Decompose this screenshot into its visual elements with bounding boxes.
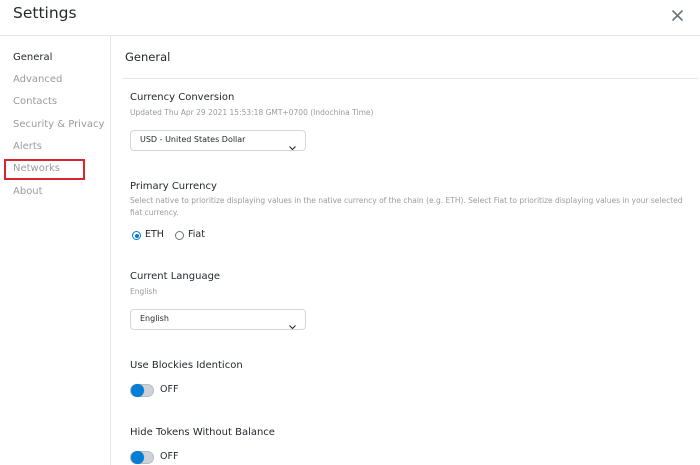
sidebar-item-contacts[interactable]: Contacts (13, 96, 57, 107)
page-title: Settings (13, 4, 77, 22)
sidebar-item-about[interactable]: About (13, 186, 43, 197)
currency-select-value: USD - United States Dollar (140, 135, 246, 144)
current-language-description: English (130, 287, 158, 296)
hide-tokens-title: Hide Tokens Without Balance (130, 427, 275, 438)
currency-conversion-title: Currency Conversion (130, 92, 235, 103)
chevron-down-icon (288, 137, 297, 151)
fiat-radio-label[interactable]: Fiat (188, 229, 205, 240)
language-select[interactable]: English (130, 309, 306, 330)
sidebar-item-general[interactable]: General (13, 52, 52, 63)
section-divider (123, 78, 698, 79)
fiat-radio[interactable] (175, 231, 184, 240)
section-title: General (125, 50, 171, 64)
settings-window: Settings General Advanced Contacts Secur… (0, 0, 700, 465)
currency-select[interactable]: USD - United States Dollar (130, 130, 306, 151)
current-language-title: Current Language (130, 271, 221, 282)
primary-currency-description: Select native to prioritize displaying v… (130, 196, 683, 217)
sidebar-item-alerts[interactable]: Alerts (13, 141, 42, 152)
settings-header: Settings (0, 0, 700, 36)
blockies-identicon-toggle[interactable] (130, 384, 154, 397)
hide-tokens-toggle[interactable] (130, 451, 154, 464)
settings-sidebar: General Advanced Contacts Security & Pri… (0, 36, 111, 465)
hide-tokens-state: OFF (160, 451, 179, 462)
blockies-identicon-title: Use Blockies Identicon (130, 360, 243, 371)
eth-radio[interactable] (132, 231, 141, 240)
sidebar-item-advanced[interactable]: Advanced (13, 74, 62, 85)
blockies-identicon-state: OFF (160, 384, 179, 395)
eth-radio-label[interactable]: ETH (145, 229, 164, 240)
toggle-knob (131, 451, 144, 464)
sidebar-item-security-privacy[interactable]: Security & Privacy (13, 119, 104, 130)
toggle-knob (131, 384, 144, 397)
settings-content: General Currency Conversion Updated Thu … (111, 36, 700, 465)
language-select-value: English (140, 314, 169, 323)
sidebar-item-networks[interactable]: Networks (13, 163, 60, 174)
close-icon[interactable] (669, 7, 687, 25)
currency-conversion-description: Updated Thu Apr 29 2021 15:53:18 GMT+070… (130, 108, 374, 117)
chevron-down-icon (288, 316, 297, 330)
primary-currency-title: Primary Currency (130, 181, 217, 192)
